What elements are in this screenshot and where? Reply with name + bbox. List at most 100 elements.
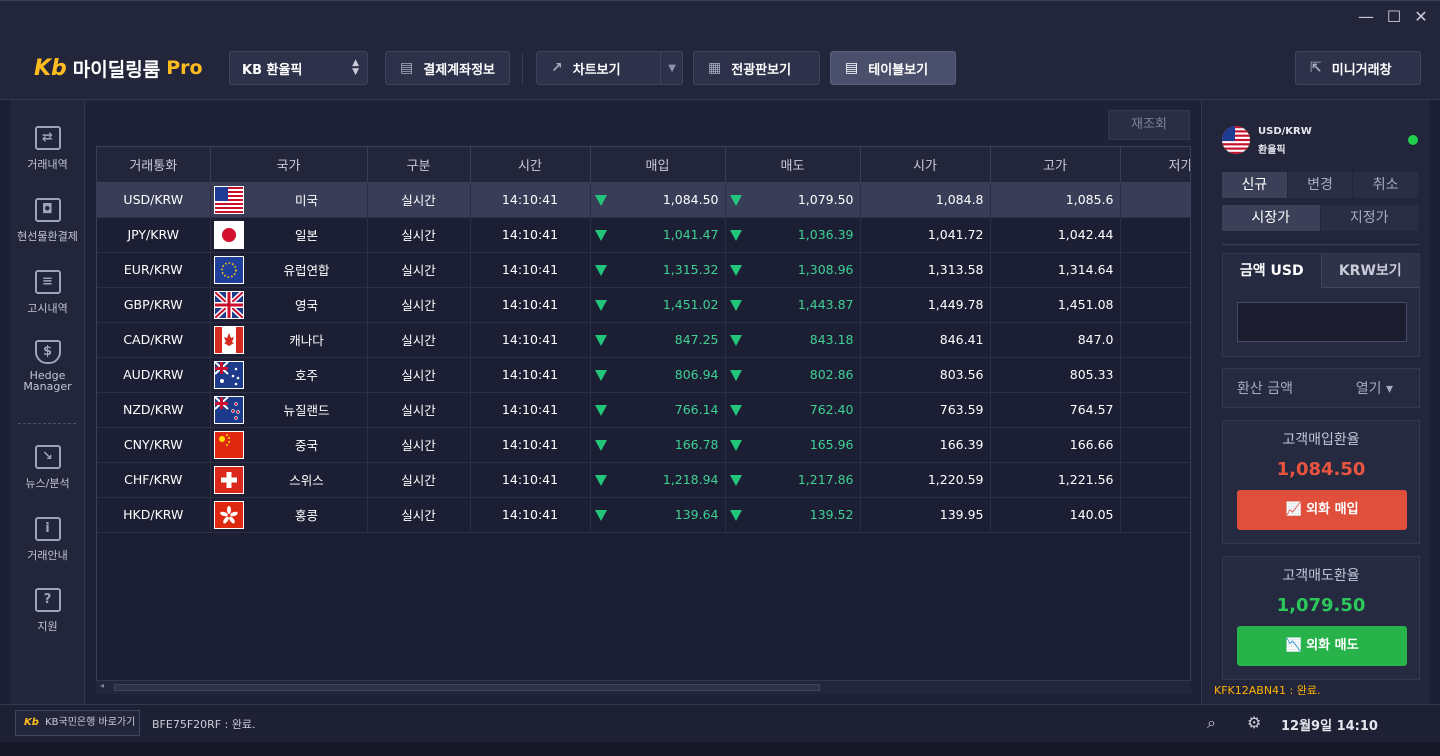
order-type-tabs: 신규 변경 취소 xyxy=(1222,172,1420,198)
cell-low xyxy=(1120,322,1190,358)
cell-type: 실시간 xyxy=(367,497,471,533)
jp-flag-icon xyxy=(213,220,244,249)
sidebar-item-guide[interactable]: i 거래안내 xyxy=(10,517,85,563)
mini-trade-button[interactable]: ⇱ 미니거래창 xyxy=(1295,51,1421,85)
sidebar-item-notice[interactable]: ≡ 고시내역 xyxy=(10,270,85,316)
tab-modify[interactable]: 변경 xyxy=(1288,172,1354,198)
cell-country: 유럽연합 xyxy=(210,252,368,288)
table-row[interactable]: CNY/KRW 중국 실시간 14:10:41 166.78 165.96 166.39 16… xyxy=(97,427,1190,463)
cell-buy: 166.78 xyxy=(590,427,726,463)
footer-status-text: BFE75F20RF : 완료. xyxy=(152,718,256,731)
tab-limit-price[interactable]: 지정가 xyxy=(1321,205,1419,231)
select-arrows-icon: ▲ ▼ xyxy=(352,58,359,77)
cell-country: 홍콩 xyxy=(210,497,368,533)
tab-market-price[interactable]: 시장가 xyxy=(1222,205,1321,231)
cell-open: 846.41 xyxy=(860,322,991,358)
table-row[interactable]: CHF/KRW 스위스 실시간 14:10:41 1,218.94 1,217.86 1,2… xyxy=(97,462,1190,498)
chevron-down-icon[interactable]: ▼ xyxy=(668,63,676,74)
column-header-buy[interactable]: 매입 xyxy=(590,147,726,183)
cell-pair: GBP/KRW xyxy=(97,287,211,323)
cell-country: 일본 xyxy=(210,217,368,253)
help-icon: ? xyxy=(34,588,61,612)
conversion-card[interactable]: 환산 금액 열기 ▾ xyxy=(1222,368,1420,408)
table-row[interactable]: AUD/KRW 호주 실시간 14:10:41 806.94 802.86 803.56 80… xyxy=(97,357,1190,393)
sidebar-item-trade-history[interactable]: ⇄ 거래내역 xyxy=(10,126,85,172)
column-header-country[interactable]: 국가 xyxy=(210,147,368,183)
kb-bank-link-button[interactable]: Kb KB국민은행 바로가기 xyxy=(15,710,140,736)
sell-value: 139.52 xyxy=(809,507,854,522)
sell-value: 843.18 xyxy=(809,332,854,347)
sell-value: 1,308.96 xyxy=(797,262,854,277)
search-icon[interactable]: ⌕ xyxy=(1207,713,1216,733)
cell-time: 14:10:41 xyxy=(470,427,591,463)
buy-value: 1,041.47 xyxy=(662,227,719,242)
buy-rate-title: 고객매입환율 xyxy=(1282,432,1360,448)
table-row[interactable]: NZD/KRW 뉴질랜드 실시간 14:10:41 766.14 762.40 763.59… xyxy=(97,392,1190,428)
account-info-button[interactable]: ▤ 결제계좌정보 xyxy=(385,51,510,85)
selected-pair-code: USD/KRW xyxy=(1258,126,1312,137)
down-triangle-icon xyxy=(594,439,607,451)
amount-input[interactable] xyxy=(1237,302,1407,342)
cell-sell: 1,079.50 xyxy=(725,182,861,218)
cell-buy: 139.64 xyxy=(590,497,726,533)
cell-open: 763.59 xyxy=(860,392,991,428)
sidebar-item-support[interactable]: ? 지원 xyxy=(10,588,85,634)
buy-value: 806.94 xyxy=(674,367,719,382)
cell-low xyxy=(1120,392,1190,428)
footer-clock: 12월9일 14:10 xyxy=(1281,719,1378,734)
tab-amount-usd[interactable]: 금액 USD xyxy=(1223,254,1321,288)
column-header-type[interactable]: 구분 xyxy=(367,147,471,183)
column-header-high[interactable]: 고가 xyxy=(990,147,1121,183)
close-icon[interactable]: ✕ xyxy=(1410,7,1432,27)
account-info-label: 결제계좌정보 xyxy=(423,62,495,78)
table-view-button[interactable]: ▤ 테이블보기 xyxy=(830,51,956,85)
column-header-open[interactable]: 시가 xyxy=(860,147,991,183)
buy-foreign-currency-button[interactable]: 📈 외화 매입 xyxy=(1237,490,1407,530)
refresh-button[interactable]: 재조회 xyxy=(1108,110,1190,140)
connection-status-icon xyxy=(1408,135,1418,145)
cell-pair: HKD/KRW xyxy=(97,497,211,533)
buy-rate-card: 고객매입환율 1,084.50 📈 외화 매입 xyxy=(1222,420,1420,544)
mini-window-icon: ⇱ xyxy=(1310,60,1322,76)
chart-view-button[interactable]: ↗ 차트보기 ▼ xyxy=(536,51,683,85)
column-header-time[interactable]: 시간 xyxy=(470,147,591,183)
table-row[interactable]: CAD/KRW 캐나다 실시간 14:10:41 847.25 843.18 846.41 8… xyxy=(97,322,1190,358)
cell-high: 140.05 xyxy=(990,497,1121,533)
column-header-sell[interactable]: 매도 xyxy=(725,147,861,183)
cell-pair: CNY/KRW xyxy=(97,427,211,463)
conversion-toggle[interactable]: 열기 ▾ xyxy=(1356,369,1393,409)
horizontal-scrollbar[interactable]: ◂ xyxy=(96,680,1191,694)
table-row[interactable]: EUR/KRW 유럽연합 실시간 14:10:41 1,315.32 1,308.96 1,… xyxy=(97,252,1190,288)
cell-high: 805.33 xyxy=(990,357,1121,393)
rate-table-container: 거래통화 국가 구분 시간 매입 매도 시가 고가 저가 USD/KRW 미국 실시… xyxy=(96,146,1191,694)
column-header-pair[interactable]: 거래통화 xyxy=(97,147,211,183)
nz-flag-icon xyxy=(213,395,244,424)
cell-open: 1,313.58 xyxy=(860,252,991,288)
tab-new[interactable]: 신규 xyxy=(1222,172,1288,198)
column-header-low[interactable]: 저가 xyxy=(1120,147,1190,183)
down-triangle-icon xyxy=(594,334,607,346)
board-view-button[interactable]: ▦ 전광판보기 xyxy=(693,51,820,85)
cell-time: 14:10:41 xyxy=(470,287,591,323)
buy-value: 1,084.50 xyxy=(662,192,719,207)
sell-foreign-currency-button[interactable]: 📉 외화 매도 xyxy=(1237,626,1407,666)
chart-board-icon: ↘ xyxy=(34,445,61,469)
cash-icon: ◘ xyxy=(34,198,61,222)
maximize-icon[interactable]: ☐ xyxy=(1383,7,1405,27)
table-row[interactable]: GBP/KRW 영국 실시간 14:10:41 1,451.02 1,443.87 1,44… xyxy=(97,287,1190,323)
minimize-icon[interactable]: — xyxy=(1355,7,1377,27)
sidebar-item-news[interactable]: ↘ 뉴스/분석 xyxy=(10,445,85,491)
scrollbar-thumb[interactable] xyxy=(114,684,820,691)
bank-select[interactable]: KB 환율픽 ▲ ▼ xyxy=(229,51,368,85)
sidebar-item-settlement[interactable]: ◘ 현선물환결제 xyxy=(10,198,85,244)
table-row[interactable]: USD/KRW 미국 실시간 14:10:41 1,084.50 1,079.50 1,08… xyxy=(97,182,1190,218)
gear-icon[interactable]: ⚙ xyxy=(1247,713,1261,732)
sidebar-item-hedge-manager[interactable]: $ Hedge Manager xyxy=(10,340,85,392)
tab-krw-view[interactable]: KRW보기 xyxy=(1320,254,1419,288)
cell-sell: 1,308.96 xyxy=(725,252,861,288)
scroll-left-icon[interactable]: ◂ xyxy=(100,681,104,690)
table-row[interactable]: HKD/KRW 홍콩 실시간 14:10:41 139.64 139.52 139.95 14… xyxy=(97,497,1190,533)
tab-cancel[interactable]: 취소 xyxy=(1353,172,1420,198)
amount-card: 금액 USD KRW보기 xyxy=(1222,253,1420,357)
table-row[interactable]: JPY/KRW 일본 실시간 14:10:41 1,041.47 1,036.39 1,04… xyxy=(97,217,1190,253)
